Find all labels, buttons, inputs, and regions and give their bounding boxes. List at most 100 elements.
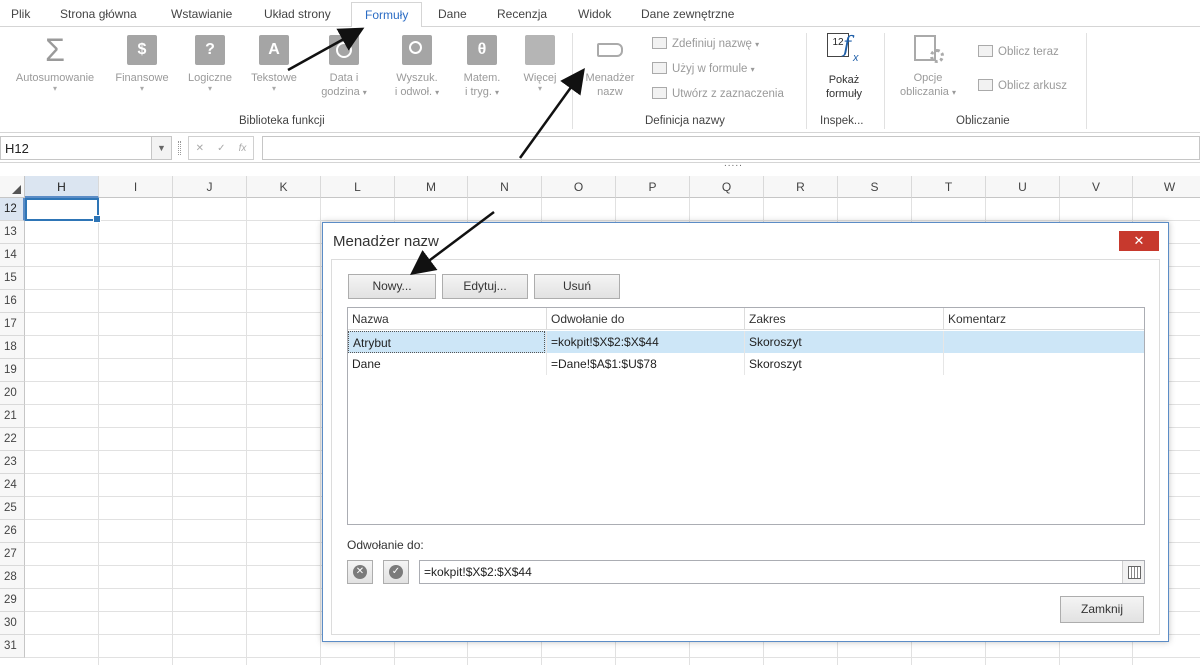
row-header-29[interactable]: 29 [0, 589, 25, 612]
logical-label: Logiczne [187, 72, 233, 84]
datetime-button[interactable]: Data i godzina ▾ [316, 35, 372, 100]
logical-button[interactable]: ? Logiczne ▾ [182, 35, 238, 93]
column-header-i[interactable]: I [99, 176, 173, 198]
text-button[interactable]: A Tekstowe ▾ [244, 35, 304, 93]
row-header-16[interactable]: 16 [0, 290, 25, 313]
chevron-down-icon: ▾ [207, 84, 212, 93]
tab-home[interactable]: Strona główna [60, 7, 137, 21]
calc-now-button[interactable]: Oblicz teraz [978, 45, 1059, 58]
use-in-formula-button[interactable]: Użyj w formule ▾ [652, 62, 755, 75]
grid-line [25, 657, 1200, 658]
name-box[interactable]: H12 ▼ [0, 136, 172, 160]
tab-view[interactable]: Widok [578, 7, 611, 21]
expand-formula-bar-handle[interactable]: ..... [724, 158, 743, 169]
row-header-28[interactable]: 28 [0, 566, 25, 589]
column-header-u[interactable]: U [986, 176, 1060, 198]
column-header-j[interactable]: J [173, 176, 247, 198]
create-from-selection-button[interactable]: Utwórz z zaznaczenia [652, 87, 784, 100]
tab-insert[interactable]: Wstawianie [171, 7, 232, 21]
row-header-23[interactable]: 23 [0, 451, 25, 474]
commit-reference-button[interactable]: ✓ [383, 560, 409, 584]
grip-handle[interactable] [178, 141, 181, 155]
calc-sheet-button[interactable]: Oblicz arkusz [978, 79, 1067, 92]
column-header-h[interactable]: H [25, 176, 99, 198]
column-header-w[interactable]: W [1133, 176, 1200, 198]
close-dialog-button[interactable]: Zamknij [1060, 596, 1144, 623]
column-header-q[interactable]: Q [690, 176, 764, 198]
use-in-formula-icon [652, 62, 667, 74]
row-header-26[interactable]: 26 [0, 520, 25, 543]
edit-button[interactable]: Edytuj... [442, 274, 528, 299]
select-all-corner[interactable] [0, 176, 25, 198]
define-name-button[interactable]: Zdefiniuj nazwę ▾ [652, 37, 759, 50]
range-select-icon[interactable] [1122, 561, 1144, 583]
formula-input[interactable] [262, 136, 1200, 160]
check-icon[interactable]: ✓ [217, 143, 225, 154]
close-icon[interactable]: ✕ [1119, 231, 1159, 251]
financial-button[interactable]: $ Finansowe ▾ [110, 35, 174, 93]
tab-formulas[interactable]: Formuły [351, 2, 423, 28]
column-header-comment[interactable]: Komentarz [944, 308, 1144, 330]
reference-input[interactable]: =kokpit!$X$2:$X$44 [419, 560, 1145, 584]
column-header-t[interactable]: T [912, 176, 986, 198]
column-header-r[interactable]: R [764, 176, 838, 198]
row-header-30[interactable]: 30 [0, 612, 25, 635]
table-row[interactable]: Dane =Dane!$A$1:$U$78 Skoroszyt [348, 353, 1144, 375]
row-header-27[interactable]: 27 [0, 543, 25, 566]
row-header-20[interactable]: 20 [0, 382, 25, 405]
selected-cell[interactable] [25, 198, 101, 223]
row-header-31[interactable]: 31 [0, 635, 25, 658]
name-box-value: H12 [5, 141, 29, 156]
column-header-m[interactable]: M [395, 176, 468, 198]
names-table[interactable]: Nazwa Odwołanie do Zakres Komentarz Atry… [347, 307, 1145, 525]
cancel-reference-button[interactable]: ✕ [347, 560, 373, 584]
tab-external-data[interactable]: Dane zewnętrzne [641, 7, 734, 21]
reference-cell: =kokpit!$X$2:$X$44 [551, 335, 659, 349]
column-header-scope[interactable]: Zakres [745, 308, 944, 330]
row-header-17[interactable]: 17 [0, 313, 25, 336]
row-header-18[interactable]: 18 [0, 336, 25, 359]
datetime-label-2: godzina ▾ [321, 86, 367, 98]
name-manager-button[interactable]: Menadżer nazw [578, 35, 642, 99]
reference-label: Odwołanie do: [347, 538, 424, 552]
chevron-down-icon[interactable]: ▼ [151, 137, 171, 159]
row-header-13[interactable]: 13 [0, 221, 25, 244]
calc-options-button[interactable]: Opcje obliczania ▾ [892, 33, 964, 100]
row-header-14[interactable]: 14 [0, 244, 25, 267]
tab-data[interactable]: Dane [438, 7, 467, 21]
chevron-down-icon: ▾ [52, 84, 57, 93]
column-header-name[interactable]: Nazwa [348, 308, 547, 330]
fx-icon[interactable]: fx [239, 143, 247, 154]
cancel-icon[interactable]: ✕ [196, 143, 204, 154]
math-button[interactable]: θ Matem. i tryg. ▾ [456, 35, 508, 100]
autosum-label: Autosumowanie [15, 72, 95, 84]
more-functions-button[interactable]: Więcej ▾ [516, 35, 564, 93]
magnifier-icon [402, 35, 432, 65]
show-formulas-button[interactable]: 12 f x Pokaż formuły [814, 31, 874, 101]
delete-button[interactable]: Usuń [534, 274, 620, 299]
column-header-s[interactable]: S [838, 176, 912, 198]
column-header-k[interactable]: K [247, 176, 321, 198]
new-button[interactable]: Nowy... [348, 274, 436, 299]
column-header-l[interactable]: L [321, 176, 395, 198]
row-header-24[interactable]: 24 [0, 474, 25, 497]
row-header-19[interactable]: 19 [0, 359, 25, 382]
tab-review[interactable]: Recenzja [497, 7, 547, 21]
tab-page-layout[interactable]: Układ strony [264, 7, 331, 21]
grid-line [246, 198, 247, 665]
column-header-n[interactable]: N [468, 176, 542, 198]
autosum-button[interactable]: Σ Autosumowanie ▾ [8, 34, 102, 93]
table-row[interactable]: Atrybut =kokpit!$X$2:$X$44 Skoroszyt [348, 331, 1144, 353]
column-header-v[interactable]: V [1060, 176, 1133, 198]
row-header-15[interactable]: 15 [0, 267, 25, 290]
row-header-25[interactable]: 25 [0, 497, 25, 520]
column-header-o[interactable]: O [542, 176, 616, 198]
column-header-p[interactable]: P [616, 176, 690, 198]
tab-file[interactable]: Plik [11, 7, 30, 21]
column-header-reference[interactable]: Odwołanie do [547, 308, 745, 330]
row-header-12[interactable]: 12 [0, 198, 25, 221]
lookup-button[interactable]: Wyszuk. i odwoł. ▾ [384, 35, 450, 100]
row-header-21[interactable]: 21 [0, 405, 25, 428]
cancel-circle-icon: ✕ [353, 565, 367, 579]
row-header-22[interactable]: 22 [0, 428, 25, 451]
